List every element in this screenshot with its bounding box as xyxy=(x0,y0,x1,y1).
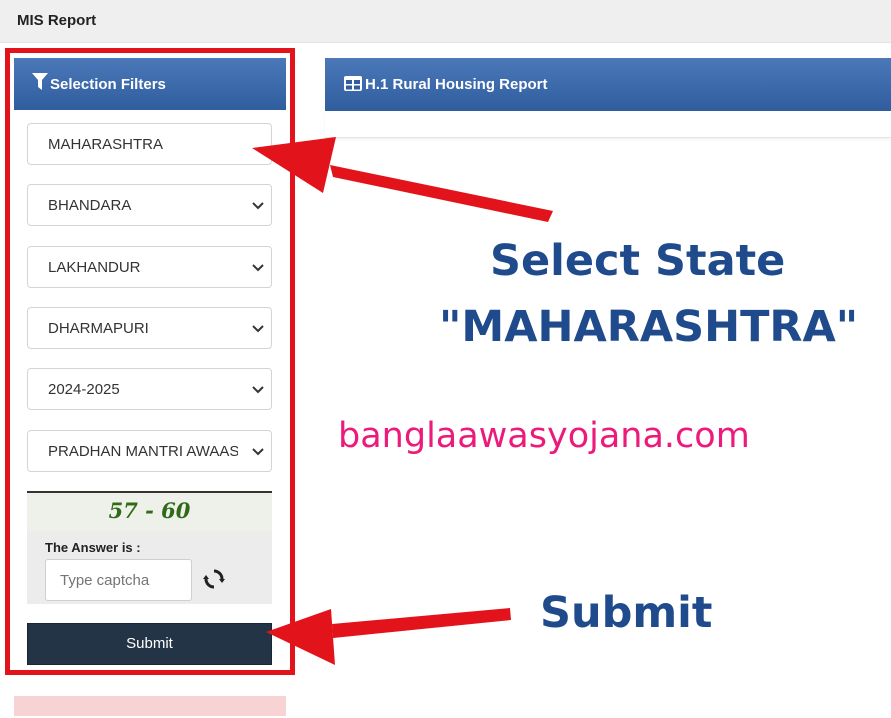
refresh-icon[interactable] xyxy=(202,567,226,591)
panchayat-select[interactable]: DHARMAPURI xyxy=(27,307,272,349)
block-select[interactable]: LAKHANDUR xyxy=(27,246,272,288)
page-title: MIS Report xyxy=(17,12,97,29)
report-body xyxy=(325,111,891,138)
annotation-website: banglaawasyojana.com xyxy=(338,416,750,456)
submit-button[interactable]: Submit xyxy=(27,623,272,665)
scheme-select-value: PRADHAN MANTRI AWAAS YOJANA xyxy=(48,443,238,460)
arrow-to-submit-button xyxy=(266,608,511,665)
top-bar: MIS Report xyxy=(0,0,891,43)
table-icon xyxy=(344,76,362,95)
report-title: H.1 Rural Housing Report xyxy=(365,76,548,93)
state-select[interactable]: MAHARASHTRA xyxy=(27,123,272,165)
chevron-down-icon xyxy=(251,260,265,278)
selection-filters-title: Selection Filters xyxy=(50,76,166,93)
year-select-value: 2024-2025 xyxy=(48,381,120,398)
annotation-state-name: "MAHARASHTRA" xyxy=(439,302,859,352)
captcha-answer-label: The Answer is : xyxy=(45,540,141,555)
scheme-select[interactable]: PRADHAN MANTRI AWAAS YOJANA xyxy=(27,430,272,472)
chevron-down-icon xyxy=(251,321,265,339)
annotation-submit: Submit xyxy=(540,588,713,638)
captcha-image: 57 - 60 xyxy=(27,493,272,531)
arrow-to-state-select xyxy=(252,137,553,222)
selection-filters-panel: Selection Filters MAHARASHTRA BHANDARA L… xyxy=(14,58,286,718)
chevron-down-icon xyxy=(251,382,265,400)
captcha-input[interactable] xyxy=(45,559,192,601)
block-select-value: LAKHANDUR xyxy=(48,259,141,276)
district-select-value: BHANDARA xyxy=(48,197,132,214)
report-header: H.1 Rural Housing Report xyxy=(325,58,891,111)
chevron-down-icon xyxy=(251,198,265,216)
filter-icon xyxy=(32,73,48,95)
captcha-section: 57 - 60 The Answer is : xyxy=(27,491,272,604)
next-panel-edge xyxy=(14,696,286,716)
panchayat-select-value: DHARMAPURI xyxy=(48,320,149,337)
state-select-value: MAHARASHTRA xyxy=(48,136,164,153)
district-select[interactable]: BHANDARA xyxy=(27,184,272,226)
annotation-select-state: Select State xyxy=(490,236,786,286)
selection-filters-header: Selection Filters xyxy=(14,58,286,110)
chevron-down-icon xyxy=(251,444,265,462)
year-select[interactable]: 2024-2025 xyxy=(27,368,272,410)
